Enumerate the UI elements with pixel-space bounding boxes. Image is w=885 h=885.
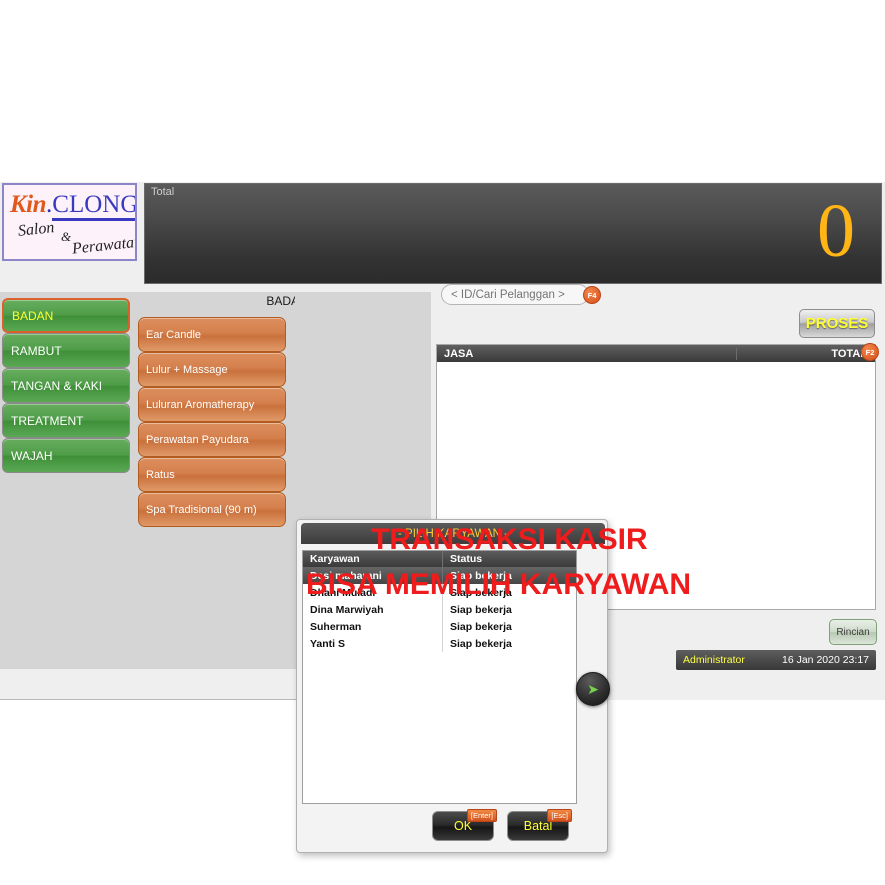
service-label: Lulur + Massage <box>146 363 228 376</box>
cell-status: Siap bekerja <box>442 601 576 618</box>
total-display-panel: Total 0 <box>144 183 882 284</box>
logo-kin-text: Kin <box>10 191 47 218</box>
rincian-label: Rincian <box>836 626 870 638</box>
service-button-perawatan-payudara[interactable]: Perawatan Payudara <box>138 422 286 457</box>
customer-search-input[interactable] <box>441 284 589 305</box>
proses-label: PROSES <box>805 315 869 332</box>
arrow-right-icon[interactable]: ➤ <box>576 672 610 706</box>
category-button-wajah[interactable]: WAJAH <box>2 438 130 473</box>
pilih-karyawan-dialog: - PILIH KARYAWAN - Karyawan Status Desi … <box>296 519 610 853</box>
category-label: RAMBUT <box>11 343 62 358</box>
service-button-lulur-massage[interactable]: Lulur + Massage <box>138 352 286 387</box>
status-bar: Administrator 16 Jan 2020 23:17 <box>676 650 876 670</box>
dialog-title: - PILIH KARYAWAN - <box>301 523 605 544</box>
category-label: BADAN <box>12 308 54 323</box>
cell-karyawan: Dhani Muladi <box>310 586 376 599</box>
column-header-total: TOTAL <box>736 347 875 360</box>
service-label: Luluran Aromatherapy <box>146 398 255 411</box>
logo-salon-text: Salon <box>17 219 56 240</box>
service-column: BADAN Ear Candle Lulur + Massage Luluran… <box>132 292 308 669</box>
category-label: TREATMENT <box>11 413 84 428</box>
category-button-treatment[interactable]: TREATMENT <box>2 403 130 438</box>
table-row[interactable]: Yanti S Siap bekerja <box>303 635 576 652</box>
cell-status: Siap bekerja <box>442 635 576 652</box>
column-header-karyawan: Karyawan <box>303 551 443 567</box>
ok-button[interactable]: OK [Enter] <box>432 809 497 841</box>
table-row[interactable]: Dina Marwiyah Siap bekerja <box>303 601 576 618</box>
table-row[interactable]: Dhani Muladi Siap bekerja <box>303 584 576 601</box>
category-label: WAJAH <box>11 448 53 463</box>
service-label: Ratus <box>146 468 175 481</box>
rincian-button[interactable]: Rincian <box>829 619 877 645</box>
cell-karyawan: Desi maharani <box>303 567 443 584</box>
total-amount: 0 <box>817 189 855 273</box>
employee-table: Karyawan Status Desi maharani Siap beker… <box>303 551 576 652</box>
category-button-tangan-kaki[interactable]: TANGAN & KAKI <box>2 368 130 403</box>
f2-shortcut-badge[interactable]: F2 <box>861 343 879 361</box>
cancel-button[interactable]: Batal [Esc] <box>507 809 572 841</box>
status-datetime-label: 16 Jan 2020 23:17 <box>782 654 869 666</box>
f4-shortcut-badge[interactable]: F4 <box>583 286 601 304</box>
service-label: Spa Tradisional (90 m) <box>146 503 257 516</box>
esc-key-badge: [Esc] <box>547 809 572 822</box>
logo-wordmark: Kin.CLONG <box>10 191 135 221</box>
service-button-ratus[interactable]: Ratus <box>138 457 286 492</box>
top-bar: Kin.CLONG Salon & Perawatan Total 0 <box>0 182 885 292</box>
employee-list-panel[interactable]: Karyawan Status Desi maharani Siap beker… <box>302 550 577 804</box>
pos-application-window: Kin.CLONG Salon & Perawatan Total 0 BADA… <box>0 182 885 853</box>
column-header-jasa: JASA <box>444 347 474 360</box>
status-user-label: Administrator <box>683 654 745 666</box>
service-button-spa-tradisional[interactable]: Spa Tradisional (90 m) <box>138 492 286 527</box>
customer-search-group: F4 <box>441 284 601 306</box>
column-header-status: Status <box>442 551 576 567</box>
cell-karyawan: Suherman <box>310 620 362 633</box>
cell-karyawan: Dina Marwiyah <box>310 603 384 616</box>
category-label: TANGAN & KAKI <box>11 378 103 393</box>
transaction-table-header: JASA TOTAL F2 <box>437 343 879 362</box>
total-label: Total <box>151 186 175 198</box>
cell-status: Siap bekerja <box>442 584 576 601</box>
logo-perawatan-text: Perawatan <box>71 233 137 258</box>
service-button-ear-candle[interactable]: Ear Candle <box>138 317 286 352</box>
logo-clong-text: CLONG <box>52 191 135 221</box>
employee-table-header-row: Karyawan Status <box>303 551 576 567</box>
table-row[interactable]: Desi maharani Siap bekerja <box>303 567 576 584</box>
cell-status: Siap bekerja <box>442 567 576 584</box>
category-button-rambut[interactable]: RAMBUT <box>2 333 130 368</box>
service-label: Ear Candle <box>146 328 202 341</box>
brand-logo: Kin.CLONG Salon & Perawatan <box>2 183 137 261</box>
service-label: Perawatan Payudara <box>146 433 249 446</box>
category-column: BADAN RAMBUT TANGAN & KAKI TREATMENT WAJ… <box>0 292 133 669</box>
cell-status: Siap bekerja <box>442 618 576 635</box>
cell-karyawan: Yanti S <box>310 637 346 650</box>
enter-key-badge: [Enter] <box>466 809 497 822</box>
table-row[interactable]: Suherman Siap bekerja <box>303 618 576 635</box>
service-button-luluran-aromatherapy[interactable]: Luluran Aromatherapy <box>138 387 286 422</box>
arrow-right-glyph: ➤ <box>587 681 599 697</box>
logo-ampersand: & <box>61 229 72 244</box>
category-button-badan[interactable]: BADAN <box>2 298 130 333</box>
proses-button[interactable]: PROSES <box>799 309 875 338</box>
